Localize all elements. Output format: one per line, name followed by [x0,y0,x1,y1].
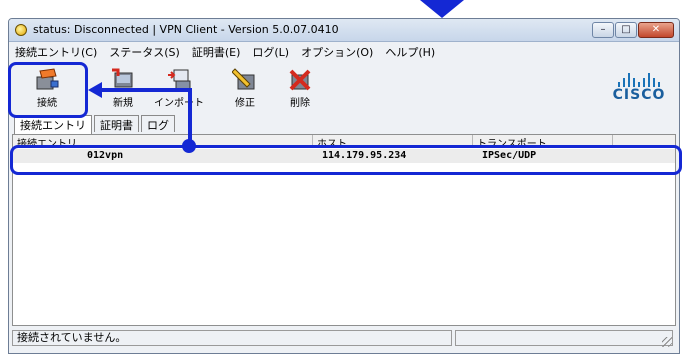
delete-button[interactable]: 削除 [274,65,326,109]
window-title: status: Disconnected | VPN Client - Vers… [33,23,339,36]
cisco-bars-icon [611,73,667,87]
annotation-arrow-down [420,0,464,18]
modify-button[interactable]: 修正 [219,65,271,109]
maximize-button[interactable]: □ [615,22,637,38]
edit-icon [232,68,255,90]
modify-label: 修正 [235,98,255,109]
menu-connection-entries[interactable]: 接続エントリ(C) [15,44,97,60]
close-button[interactable]: ✕ [638,22,674,38]
cisco-logo: CISCO [611,73,667,103]
lock-app-icon [15,24,27,36]
status-secondary-cell [455,330,673,346]
resize-grip[interactable] [662,337,672,347]
delete-icon [289,69,311,91]
import-label: インポート [154,98,204,109]
annotation-connector-vertical [188,90,192,146]
annotation-arrowhead [88,82,102,98]
minimize-button[interactable]: – [592,22,614,38]
annotation-dot [182,139,196,153]
status-text: 接続されていません。 [12,330,452,346]
cisco-wordmark: CISCO [612,87,666,103]
delete-label: 削除 [290,98,310,109]
menu-log[interactable]: ログ(L) [252,44,289,60]
menu-certificates[interactable]: 証明書(E) [192,44,241,60]
tab-log[interactable]: ログ [141,115,175,132]
menu-status[interactable]: ステータス(S) [109,44,180,60]
annotation-row-highlight [10,145,682,175]
status-bar: 接続されていません。 [12,329,674,349]
new-button[interactable]: 新規 [97,65,149,109]
title-bar: status: Disconnected | VPN Client - Vers… [9,19,679,42]
tab-strip: 接続エントリ 証明書 ログ [14,115,177,135]
tab-certificates[interactable]: 証明書 [94,115,139,132]
annotation-connect-highlight [8,62,88,118]
new-label: 新規 [113,98,133,109]
menu-options[interactable]: オプション(O) [301,44,373,60]
annotation-connector-horizontal [98,88,192,92]
menu-bar: 接続エントリ(C) ステータス(S) 証明書(E) ログ(L) オプション(O)… [9,42,679,62]
import-button[interactable]: インポート [153,65,205,109]
vpn-client-window: status: Disconnected | VPN Client - Vers… [8,18,680,354]
menu-help[interactable]: ヘルプ(H) [385,44,435,60]
